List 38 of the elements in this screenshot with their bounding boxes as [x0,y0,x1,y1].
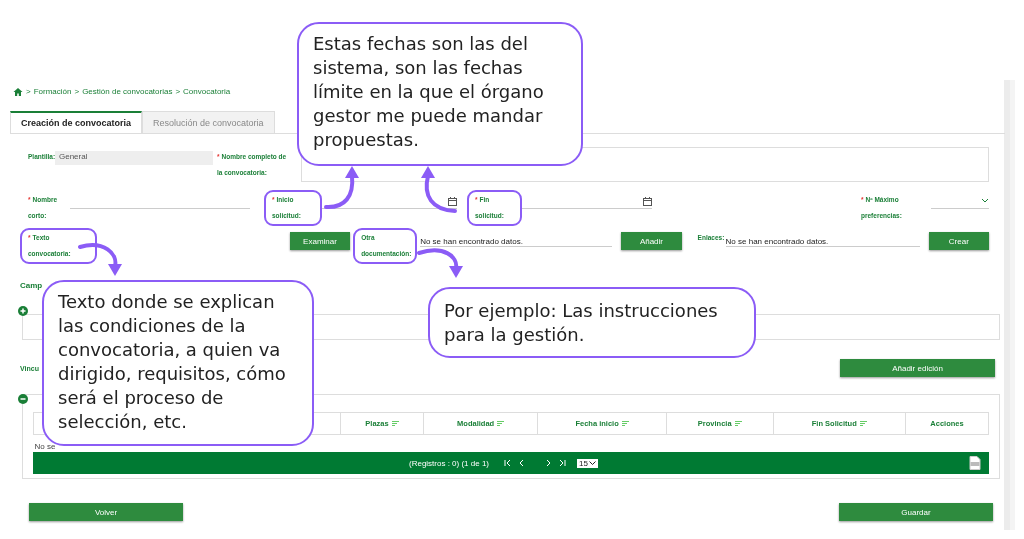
curved-arrow [78,243,122,276]
browse-button[interactable]: Examinar [289,232,351,250]
plus-circle-icon[interactable] [18,306,28,316]
create-button[interactable]: Crear [928,232,989,250]
calendar-icon[interactable] [448,197,457,206]
tab[interactable]: Creación de convocatoria [10,111,143,133]
template-field[interactable]: General [55,151,213,165]
curved-arrow [324,166,359,209]
records-count: (Registros : 0) (1 de 1) [409,458,490,468]
chevron-down-icon [981,198,989,204]
spreadsheet-file-icon[interactable] [969,456,981,470]
breadcrumb-separator: > [26,87,31,96]
minus-circle-icon[interactable] [18,394,28,404]
date-field[interactable] [322,194,457,209]
breadcrumb-link[interactable]: Gestión de convocatorias [82,87,173,96]
save-button[interactable]: Guardar [839,503,993,521]
add-button[interactable]: Añadir [621,232,682,250]
list-field[interactable]: No se han encontrado datos. [420,232,613,247]
breadcrumb-separator: > [175,87,181,96]
breadcrumb-link[interactable]: Convocatoria [183,87,231,96]
add-edition-button[interactable]: Añadir edición [840,359,995,377]
annotation-tooltip: Texto donde se explican las condiciones de la convocatoria, a quien va dirigido, requisitos, cómo será el proceso de selección, etc. [42,280,314,446]
annotation-tooltip: Estas fechas son las del sistema, son las fechas límite en la que el órgano gestor me puede mandar propuestas. [297,22,583,166]
home-icon[interactable] [13,86,23,97]
date-field[interactable] [522,194,652,209]
curved-arrow [417,248,463,278]
calendar-icon[interactable] [643,197,652,206]
last-page-icon[interactable] [557,459,568,467]
back-button[interactable]: Volver [29,503,183,521]
page-size-select[interactable]: 15 [577,458,598,468]
annotation-tooltip: Por ejemplo: Las instrucciones para la gestión. [428,287,756,358]
tab[interactable]: Resolución de convocatoria [142,111,275,133]
chevron-down-icon [588,460,596,466]
breadcrumb-separator: > [74,87,80,96]
breadcrumb-link[interactable]: Formación [33,87,72,96]
list-field[interactable]: No se han encontrado datos. [725,232,920,247]
curved-arrow [421,166,457,213]
section-label: Camp [20,281,43,290]
